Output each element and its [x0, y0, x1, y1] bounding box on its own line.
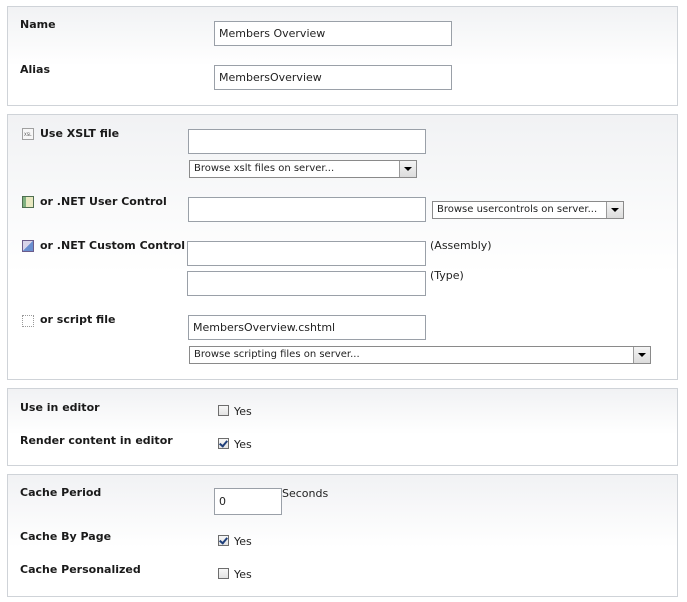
xslt-input[interactable] [188, 129, 426, 154]
custom-control-label: or .NET Custom Control [40, 239, 186, 252]
cache-personalized-yes: Yes [234, 568, 252, 581]
render-content-label: Render content in editor [20, 434, 173, 447]
xslt-browse-select[interactable]: Browse xslt files on server... [189, 160, 417, 178]
user-control-input[interactable] [188, 197, 426, 222]
xslt-browse-value: Browse xslt files on server... [194, 163, 335, 174]
cache-period-input[interactable]: 0 [214, 488, 282, 515]
use-in-editor-checkbox[interactable] [218, 405, 229, 416]
chevron-down-icon[interactable] [399, 161, 416, 177]
cache-by-page-checkbox[interactable] [218, 535, 229, 546]
script-browse-value: Browse scripting files on server... [194, 349, 360, 360]
alias-input[interactable]: MembersOverview [214, 65, 452, 90]
user-control-icon [22, 196, 34, 208]
assembly-suffix: (Assembly) [430, 239, 492, 252]
xslt-file-icon [22, 128, 34, 140]
chevron-down-icon[interactable] [633, 347, 650, 363]
script-label: or script file [40, 313, 116, 326]
name-input[interactable]: Members Overview [214, 21, 452, 46]
script-input[interactable]: MembersOverview.cshtml [188, 315, 426, 340]
type-input[interactable] [187, 271, 426, 296]
alias-label: Alias [20, 63, 51, 76]
user-control-browse-select[interactable]: Browse usercontrols on server... [432, 201, 624, 219]
cache-personalized-label: Cache Personalized [20, 563, 141, 576]
user-control-browse-value: Browse usercontrols on server... [437, 204, 598, 215]
cache-period-unit: Seconds [282, 487, 329, 500]
chevron-down-icon[interactable] [606, 202, 623, 218]
use-in-editor-label: Use in editor [20, 401, 100, 414]
script-browse-select[interactable]: Browse scripting files on server... [189, 346, 651, 364]
cache-by-page-yes: Yes [234, 535, 252, 548]
type-suffix: (Type) [430, 269, 464, 282]
name-label: Name [20, 18, 56, 31]
use-in-editor-yes: Yes [234, 405, 252, 418]
cache-by-page-label: Cache By Page [20, 530, 112, 543]
assembly-input[interactable] [187, 241, 426, 266]
custom-control-icon [22, 240, 34, 252]
xslt-label: Use XSLT file [40, 127, 120, 140]
cache-personalized-checkbox[interactable] [218, 568, 229, 579]
user-control-label: or .NET User Control [40, 195, 167, 208]
script-file-icon [22, 315, 34, 327]
editor-panel [7, 388, 678, 466]
render-content-checkbox[interactable] [218, 438, 229, 449]
render-content-yes: Yes [234, 438, 252, 451]
cache-period-label: Cache Period [20, 486, 102, 499]
